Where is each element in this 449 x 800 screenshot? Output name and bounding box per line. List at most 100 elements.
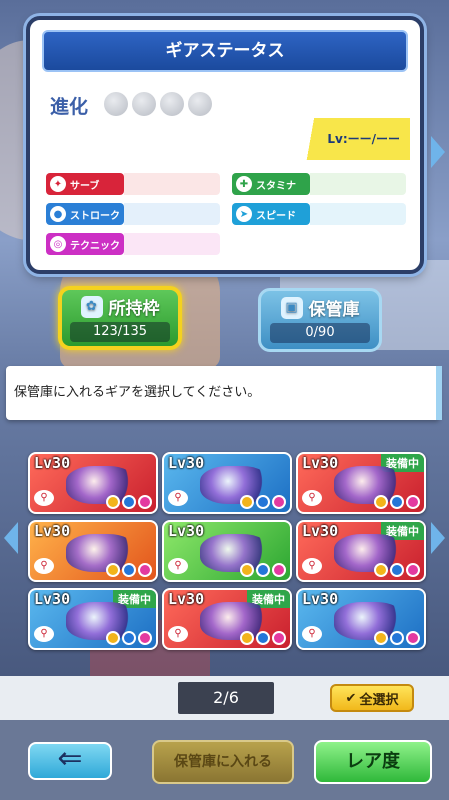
slot-pink-icon: [272, 495, 286, 509]
slot-pink-icon: [406, 563, 420, 577]
checkmark-icon: ✔: [345, 690, 357, 706]
skill-slots: [106, 631, 152, 645]
owned-count: 123/135: [70, 322, 170, 342]
gear-level: Lv30: [168, 454, 205, 472]
skill-slots: [374, 495, 420, 509]
gear-level: Lv30: [302, 454, 339, 472]
skill-slots: [106, 495, 152, 509]
gear-card[interactable]: Lv30 ⚲: [162, 452, 292, 514]
level-display: Lv:ーー/ーー: [300, 118, 410, 160]
technique-icon: ◎: [50, 236, 66, 252]
slot-blue-icon: [390, 495, 404, 509]
stat-speed: ➤ スピード: [232, 202, 406, 226]
stroke-icon: ●: [50, 206, 66, 222]
evolution-label: 進化: [50, 96, 89, 118]
next-arrow-icon[interactable]: [431, 136, 445, 168]
gear-level: Lv30: [168, 590, 205, 608]
evolution-star-icon: [160, 92, 184, 116]
next-page-arrow-icon[interactable]: [431, 522, 445, 554]
slot-yellow-icon: [374, 563, 388, 577]
stat-bar: [124, 233, 220, 255]
stat-stamina: ✚ スタミナ: [232, 172, 406, 196]
speed-icon: ➤: [236, 206, 252, 222]
slot-blue-icon: [256, 631, 270, 645]
stat-serve: ✦ サーブ: [46, 172, 220, 196]
gear-card[interactable]: Lv30 装備中 ⚲: [296, 452, 426, 514]
slot-blue-icon: [256, 495, 270, 509]
gear-type-icon: ⚲: [34, 626, 54, 642]
slot-blue-icon: [122, 495, 136, 509]
slot-blue-icon: [122, 631, 136, 645]
stat-stroke: ● ストローク: [46, 202, 220, 226]
gear-card[interactable]: Lv30 ⚲: [28, 520, 158, 582]
slot-blue-icon: [122, 563, 136, 577]
stamina-icon: ✚: [236, 176, 252, 192]
stat-label: スタミナ: [256, 180, 296, 192]
slot-yellow-icon: [106, 631, 120, 645]
instruction-text: 保管庫に入れるギアを選択してください。: [6, 366, 442, 420]
evolution-stars: [104, 92, 212, 116]
skill-slots: [106, 563, 152, 577]
gear-type-icon: ⚲: [34, 558, 54, 574]
back-button[interactable]: ⇐: [28, 742, 112, 780]
gear-card[interactable]: Lv30 ⚲: [162, 520, 292, 582]
stat-bar: [124, 173, 220, 195]
storage-count: 0/90: [270, 323, 370, 343]
slot-blue-icon: [390, 563, 404, 577]
slot-blue-icon: [256, 563, 270, 577]
slot-pink-icon: [272, 631, 286, 645]
slot-pink-icon: [138, 563, 152, 577]
gear-pack-icon: ✿: [80, 295, 103, 318]
stat-label: ストローク: [70, 210, 120, 222]
tab-storage[interactable]: ▣ 保管庫 0/90: [258, 288, 382, 352]
gear-card[interactable]: Lv30 装備中 ⚲: [28, 588, 158, 650]
skill-slots: [374, 563, 420, 577]
evolution-star-icon: [132, 92, 156, 116]
gear-card[interactable]: Lv30 装備中 ⚲: [296, 520, 426, 582]
store-button[interactable]: 保管庫に入れる: [152, 740, 294, 784]
storage-box-icon: ▣: [280, 296, 303, 319]
gear-type-icon: ⚲: [302, 558, 322, 574]
slot-yellow-icon: [240, 631, 254, 645]
skill-slots: [240, 495, 286, 509]
tab-label: 所持枠: [108, 299, 160, 319]
skill-slots: [240, 631, 286, 645]
tab-label: 保管庫: [308, 300, 360, 320]
stat-bar: [124, 203, 220, 225]
gear-level: Lv30: [34, 590, 71, 608]
slot-yellow-icon: [240, 563, 254, 577]
select-all-label: 全選択: [359, 692, 399, 708]
page-indicator: 2/6: [178, 682, 274, 714]
slot-pink-icon: [406, 631, 420, 645]
gear-card[interactable]: Lv30 ⚲: [296, 588, 426, 650]
gear-card[interactable]: Lv30 装備中 ⚲: [162, 588, 292, 650]
slot-pink-icon: [138, 631, 152, 645]
rarity-sort-button[interactable]: レア度: [314, 740, 432, 784]
gear-type-icon: ⚲: [168, 490, 188, 506]
slot-yellow-icon: [106, 563, 120, 577]
evolution-star-icon: [188, 92, 212, 116]
gear-level: Lv30: [302, 590, 339, 608]
gear-card[interactable]: Lv30 ⚲: [28, 452, 158, 514]
stat-label: スピード: [256, 210, 296, 222]
select-all-button[interactable]: ✔ 全選択: [330, 684, 414, 712]
stat-label: サーブ: [70, 180, 100, 192]
stat-bar: [310, 173, 406, 195]
slot-yellow-icon: [240, 495, 254, 509]
tab-owned-slots[interactable]: ✿ 所持枠 123/135: [58, 286, 182, 350]
gear-type-icon: ⚲: [168, 626, 188, 642]
gear-level: Lv30: [34, 522, 71, 540]
skill-slots: [374, 631, 420, 645]
slot-yellow-icon: [374, 495, 388, 509]
panel-title: ギアステータス: [42, 30, 408, 72]
stat-technique: ◎ テクニック: [46, 232, 220, 256]
gear-level: Lv30: [168, 522, 205, 540]
gear-type-icon: ⚲: [302, 490, 322, 506]
slot-blue-icon: [390, 631, 404, 645]
prev-page-arrow-icon[interactable]: [4, 522, 18, 554]
gear-type-icon: ⚲: [34, 490, 54, 506]
skill-slots: [240, 563, 286, 577]
gear-level: Lv30: [302, 522, 339, 540]
serve-icon: ✦: [50, 176, 66, 192]
slot-pink-icon: [406, 495, 420, 509]
